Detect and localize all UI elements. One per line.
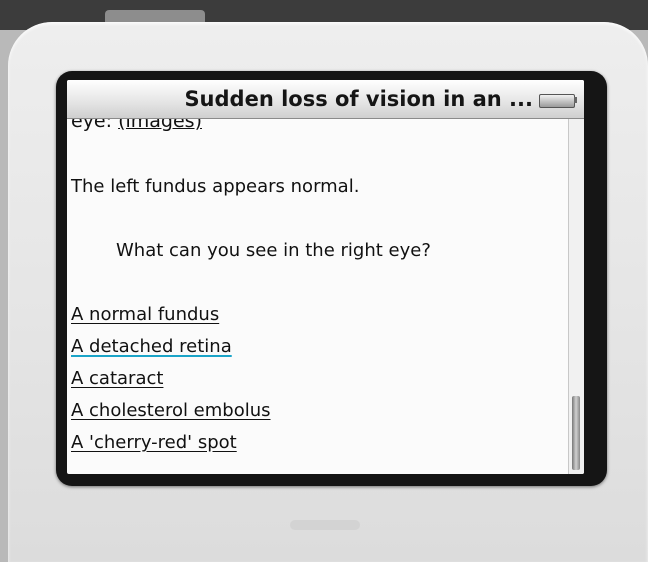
title-bar: Sudden loss of vision in an ...: [67, 80, 584, 119]
cut-off-text-prefix: eye:: [71, 119, 113, 132]
screen: Sudden loss of vision in an ... eye: (im…: [67, 80, 584, 474]
content-area: eye: (images) The left fundus appears no…: [67, 119, 567, 474]
cut-off-text-line: eye: (images): [71, 119, 202, 132]
scrollbar-thumb[interactable]: [572, 396, 580, 470]
click-wheel-edge: [290, 520, 360, 530]
page-title: Sudden loss of vision in an ...: [184, 87, 533, 111]
battery-icon-terminal: [574, 97, 577, 103]
fundus-description: The left fundus appears normal.: [71, 176, 360, 197]
option-cataract[interactable]: A cataract: [71, 368, 163, 389]
option-normal-fundus[interactable]: A normal fundus: [71, 304, 219, 325]
option-cherry-red-spot[interactable]: A 'cherry-red' spot: [71, 432, 237, 453]
option-cholesterol-embolus[interactable]: A cholesterol embolus: [71, 400, 271, 421]
question-text: What can you see in the right eye?: [116, 240, 431, 261]
images-link[interactable]: (images): [118, 119, 202, 132]
option-detached-retina[interactable]: A detached retina: [71, 336, 232, 357]
battery-icon: [539, 94, 575, 108]
